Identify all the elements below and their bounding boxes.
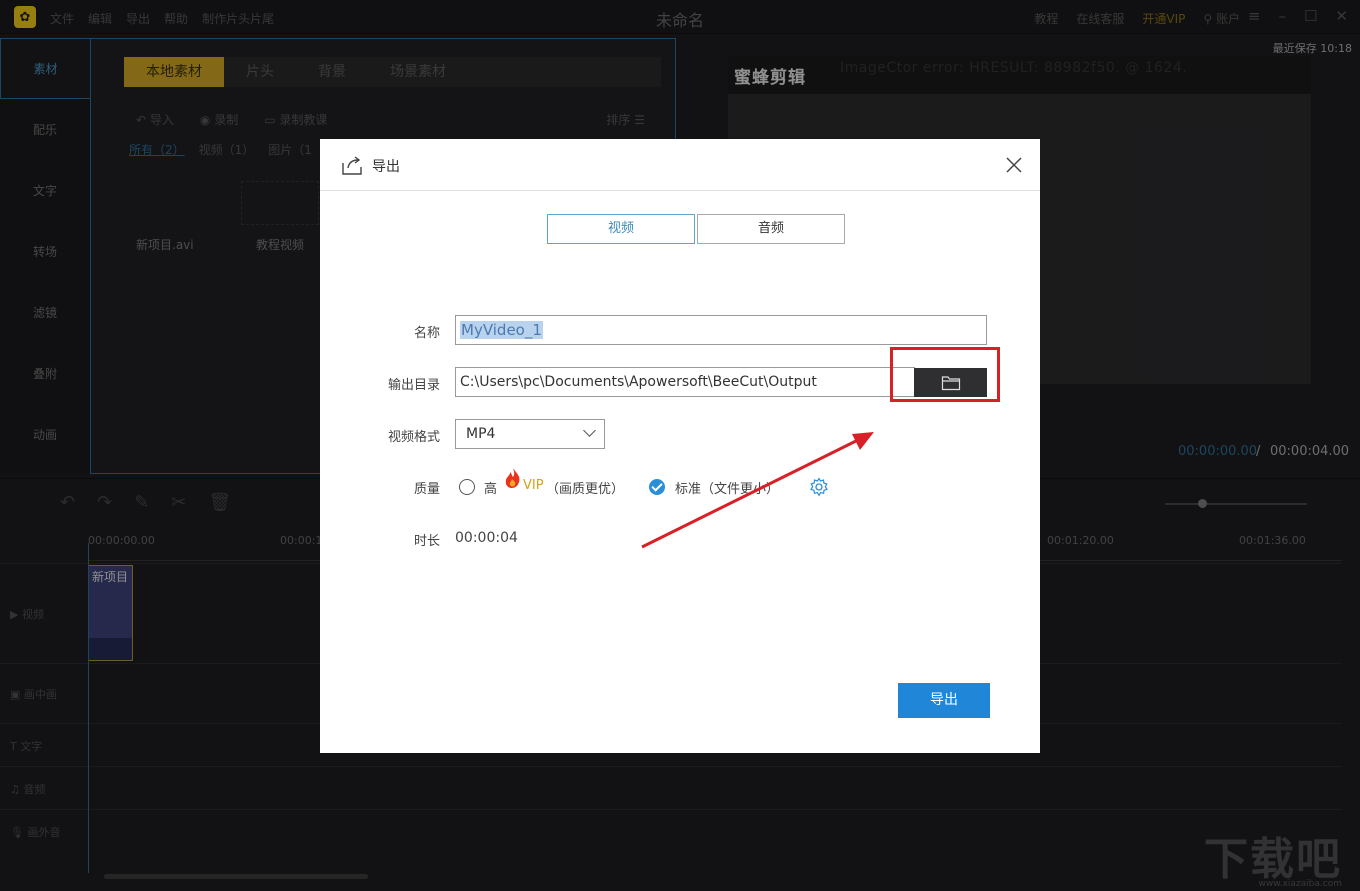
duration-label: 时长 (413, 534, 440, 549)
name-label: 名称 (413, 326, 440, 341)
quality-standard-radio[interactable] (649, 479, 665, 495)
output-dir-field[interactable]: C:\Users\pc\Documents\Apowersoft\BeeCut\… (455, 367, 915, 397)
quality-label: 质量 (413, 482, 440, 497)
dialog-title: 导出 (372, 159, 400, 175)
close-icon[interactable] (1002, 153, 1026, 177)
vip-badge: VIP (523, 478, 544, 493)
output-dir-label: 输出目录 (387, 378, 440, 393)
quality-standard-label: 标准（文件更小） (675, 482, 780, 497)
quality-high-label: 高 (484, 482, 498, 497)
flame-icon (505, 468, 520, 488)
format-value: MP4 (466, 426, 496, 442)
duration-value: 00:00:04 (455, 530, 518, 546)
tab-audio[interactable]: 音频 (697, 214, 845, 244)
format-label: 视频格式 (387, 430, 440, 445)
tab-video[interactable]: 视频 (547, 214, 695, 244)
format-select[interactable]: MP4 (455, 419, 605, 449)
chevron-down-icon (583, 424, 596, 437)
annotation-highlight-box (890, 347, 1000, 402)
name-field[interactable]: MyVideo_1 (455, 315, 987, 345)
export-button[interactable]: 导出 (898, 683, 990, 718)
export-icon (342, 156, 362, 175)
name-value: MyVideo_1 (460, 321, 543, 339)
gear-icon[interactable] (809, 477, 829, 497)
dialog-header: 导出 (320, 139, 1040, 191)
export-dialog: 导出 视频 音频 名称 MyVideo_1 输出目录 C:\Users\pc\D… (320, 139, 1040, 753)
quality-high-radio[interactable] (459, 479, 475, 495)
quality-high-note: （画质更优） (546, 482, 625, 497)
